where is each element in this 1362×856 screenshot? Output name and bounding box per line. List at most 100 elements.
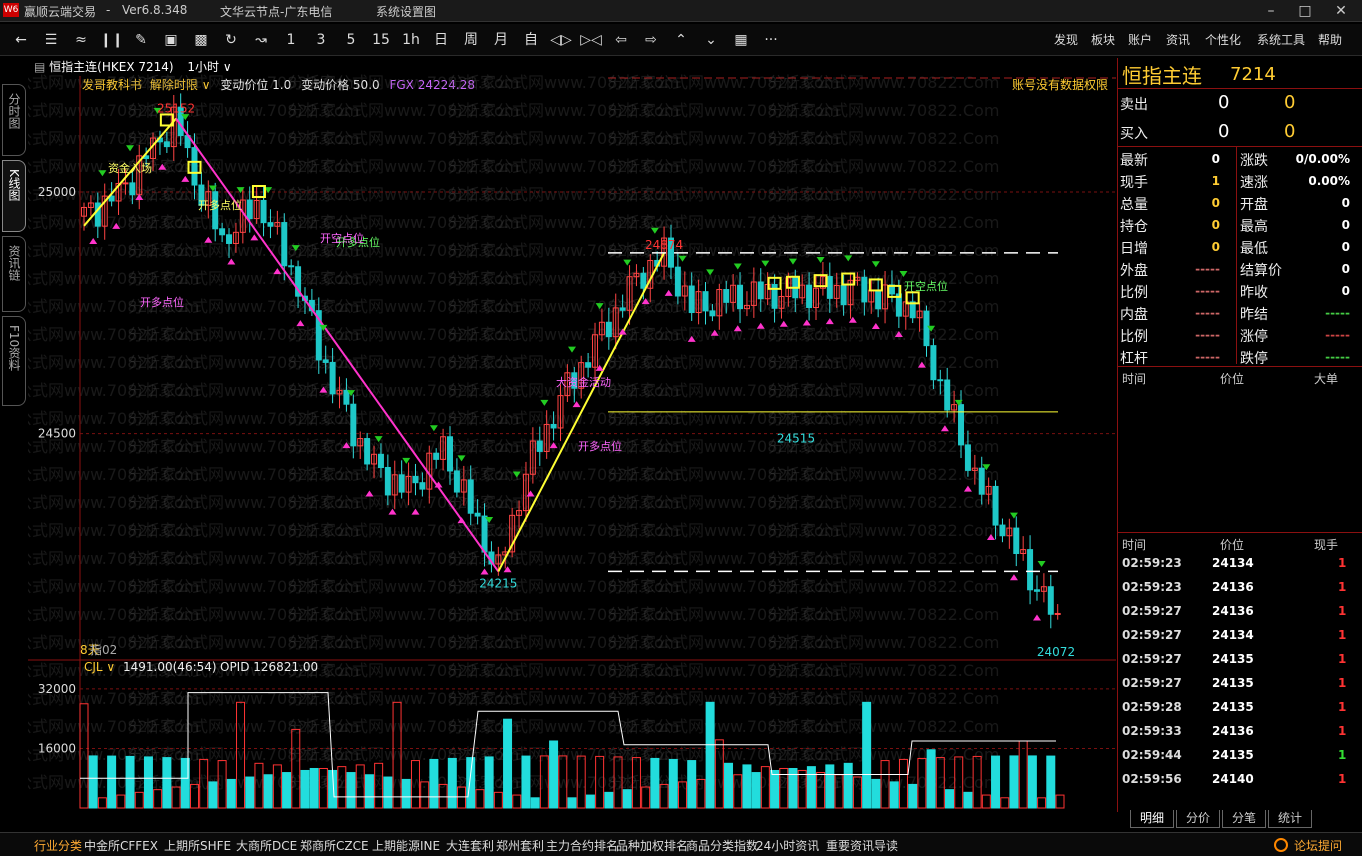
tick-row[interactable]: 02:59:27 24136 1 — [1118, 604, 1362, 626]
quote-value: 0 — [1341, 262, 1350, 276]
refresh-icon[interactable]: ↻ — [220, 30, 242, 50]
tab-timeshare[interactable]: 分时图 — [2, 84, 26, 156]
minimize-button[interactable]: – — [1256, 1, 1286, 21]
expand-icon[interactable]: ◁▷ — [550, 30, 572, 50]
quote-panel: 恒指主连 7214 卖出 0 0 买入 0 0 最新 0 现手 1 总量 0 持仓 0 日增 0 外… — [1117, 58, 1362, 812]
quote-label: 涨跌 — [1240, 153, 1268, 169]
bottom-nav-item[interactable]: 郑州套利 — [496, 837, 544, 854]
quote-label: 跌停 — [1240, 351, 1268, 367]
tick-row[interactable]: 02:59:27 24135 1 — [1118, 676, 1362, 698]
frame-icon[interactable]: ▣ — [160, 30, 182, 50]
menu-system-tools[interactable]: 系统工具 — [1257, 31, 1305, 48]
candle-body — [840, 284, 847, 306]
tick-row[interactable]: 02:59:23 24136 1 — [1118, 580, 1362, 602]
bottom-nav-item[interactable]: 品种加权排名 — [616, 837, 688, 854]
sell-volume: 0 — [1284, 92, 1296, 113]
menu-personalize[interactable]: 个性化 — [1205, 31, 1241, 48]
tick-time: 02:59:27 — [1122, 676, 1182, 690]
tick-row[interactable]: 02:59:27 24134 1 — [1118, 628, 1362, 650]
chart-area[interactable]: ▤ 恒指主连(HKEX 7214) 1小时 ∨ 发哥教科书 解除时限 ∨ 变动价… — [28, 56, 1116, 812]
menu-news[interactable]: 资讯 — [1166, 31, 1190, 48]
tick-row[interactable]: 02:59:56 24140 1 — [1118, 772, 1362, 794]
menu-discover[interactable]: 发现 — [1054, 31, 1078, 48]
scroll-right-icon[interactable]: ⇨ — [640, 30, 662, 50]
menu-account[interactable]: 账户 — [1128, 31, 1152, 48]
tab-stats[interactable]: 统计 — [1268, 810, 1312, 828]
layout-icon[interactable]: ▦ — [730, 30, 752, 50]
period-5[interactable]: 5 — [340, 30, 362, 50]
forum-link[interactable]: 论坛提问 — [1294, 837, 1342, 854]
quote-value: ----- — [1195, 262, 1220, 276]
watermark-text: 分析家公式网www.70822.Com — [768, 661, 999, 680]
tick-row[interactable]: 02:59:44 24135 1 — [1118, 748, 1362, 770]
quote-label: 最低 — [1240, 241, 1268, 257]
tab-detail[interactable]: 明细 — [1130, 810, 1174, 828]
forum-icon[interactable] — [1274, 838, 1288, 852]
candle-body — [322, 359, 329, 363]
candle-body — [267, 222, 274, 227]
bottom-nav-item[interactable]: 上期能源INE — [372, 837, 440, 854]
tab-kline[interactable]: K线图 — [2, 160, 26, 232]
menu-sector[interactable]: 板块 — [1091, 31, 1115, 48]
shrink-icon[interactable]: ▷◁ — [580, 30, 602, 50]
volume-bar — [134, 791, 144, 809]
back-icon[interactable]: ← — [10, 30, 32, 50]
watermark-text: 分析家公式网www.70822.Com — [768, 325, 999, 344]
low-c-label: 24072 — [1037, 645, 1075, 659]
bottom-nav-item[interactable]: 行业分类 — [34, 837, 82, 854]
kline-icon[interactable]: ❙❙ — [100, 30, 123, 50]
sell-signal-marker — [761, 260, 770, 267]
period-1h[interactable]: 1h — [400, 30, 422, 50]
bottom-nav-item[interactable]: 商品分类指数 — [686, 837, 758, 854]
volume-bar — [245, 776, 255, 809]
tab-price-dist[interactable]: 分价 — [1176, 810, 1220, 828]
kline-chart[interactable]: 分析家公式网www.70822.Com 分析家公式网www.70822.Com 分析… — [28, 56, 1116, 812]
zoom-in-icon[interactable]: ⌃ — [670, 30, 692, 50]
volume-bar — [806, 766, 816, 809]
quote-value: 0 — [1341, 218, 1350, 232]
line-chart-icon[interactable]: ≈ — [70, 30, 92, 50]
tab-trades[interactable]: 分笔 — [1222, 810, 1266, 828]
quote-symbol-name: 恒指主连 — [1122, 64, 1202, 88]
tick-row[interactable]: 02:59:27 24135 1 — [1118, 652, 1362, 674]
period-month[interactable]: 月 — [490, 30, 512, 50]
menu-help[interactable]: 帮助 — [1318, 31, 1342, 48]
period-custom[interactable]: 自 — [520, 30, 542, 50]
bottom-nav-item[interactable]: 重要资讯导读 — [826, 837, 898, 854]
period-3[interactable]: 3 — [310, 30, 332, 50]
bottom-nav-item[interactable]: 主力合约排名 — [546, 837, 618, 854]
list-icon[interactable]: ☰ — [40, 30, 62, 50]
period-15[interactable]: 15 — [370, 30, 392, 50]
draw-icon[interactable]: ✎ — [130, 30, 152, 50]
tab-f10[interactable]: F10资料 — [2, 316, 26, 406]
bottom-nav-item[interactable]: 大连套利 — [446, 837, 494, 854]
bottom-nav-item[interactable]: 大商所DCE — [236, 837, 297, 854]
tick-row[interactable]: 02:59:28 24135 1 — [1118, 700, 1362, 722]
watermark-text: 分析家公式网www.70822.Com — [768, 493, 999, 512]
zoom-out-icon[interactable]: ⌄ — [700, 30, 722, 50]
volume-bar — [153, 789, 163, 809]
trend-icon[interactable]: ↝ — [250, 30, 272, 50]
bottom-nav-item[interactable]: 中金所CFFEX — [84, 837, 158, 854]
tab-info-chain[interactable]: 资讯链 — [2, 236, 26, 312]
more-button[interactable]: ··· — [760, 30, 782, 50]
app-name: 赢顺云端交易 — [24, 5, 97, 19]
bottom-nav-item[interactable]: 郑商所CZCE — [300, 837, 369, 854]
tick-row[interactable]: 02:59:23 24134 1 — [1118, 556, 1362, 578]
candle-body — [978, 467, 985, 495]
scroll-left-icon[interactable]: ⇦ — [610, 30, 632, 50]
maximize-button[interactable]: □ — [1290, 1, 1320, 21]
close-button[interactable]: ✕ — [1326, 1, 1356, 21]
save-icon[interactable]: ▩ — [190, 30, 212, 50]
sell-signal-marker — [623, 259, 632, 266]
bottom-nav-item[interactable]: 上期所SHFE — [164, 837, 231, 854]
tick-row[interactable]: 02:59:33 24136 1 — [1118, 724, 1362, 746]
tick-volume: 1 — [1338, 556, 1347, 570]
volume-bar — [751, 772, 761, 809]
bottom-nav-item[interactable]: 24小时资讯 — [756, 837, 819, 854]
volume-bar — [668, 758, 678, 809]
volume-bar — [309, 767, 319, 809]
period-week[interactable]: 周 — [460, 30, 482, 50]
period-1[interactable]: 1 — [280, 30, 302, 50]
period-day[interactable]: 日 — [430, 30, 452, 50]
